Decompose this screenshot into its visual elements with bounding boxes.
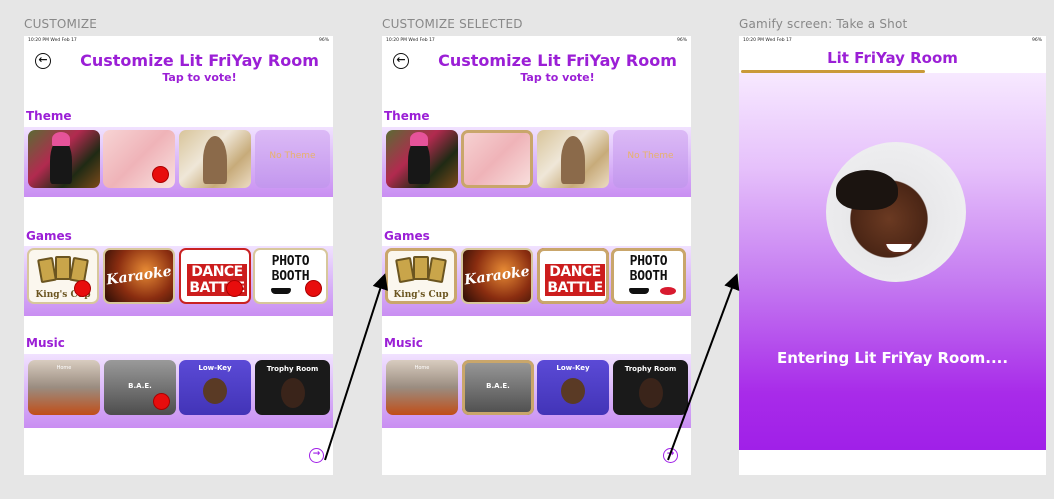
flow-arrows <box>324 273 740 461</box>
flow-arrow-1 <box>324 273 388 461</box>
flow-arrow-2 <box>667 273 740 461</box>
